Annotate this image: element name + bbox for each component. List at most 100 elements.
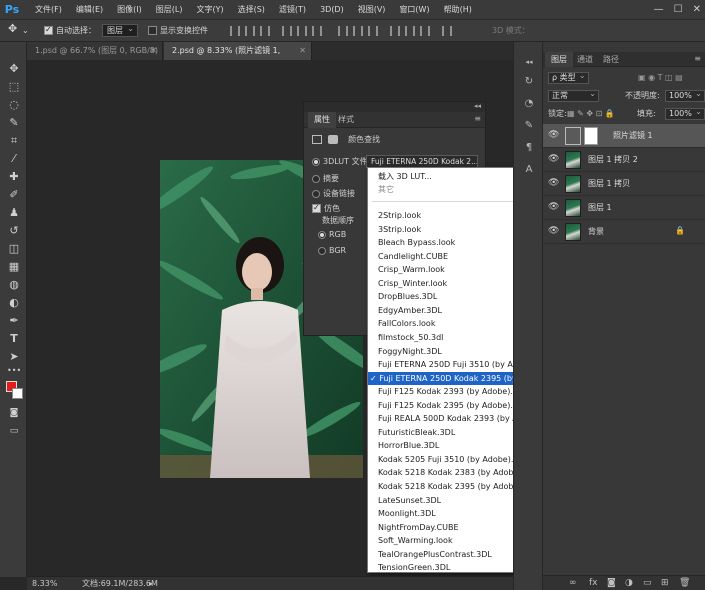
marquee-tool-icon[interactable]: ⬚ <box>7 80 21 94</box>
dither-checkbox[interactable] <box>312 202 321 213</box>
dither-option[interactable]: 仿色 <box>312 202 340 214</box>
auto-select-option[interactable]: 自动选择： <box>44 24 96 37</box>
order-bgr[interactable]: BGR <box>318 245 346 256</box>
screen-mode-icon[interactable]: ▭ <box>7 424 21 438</box>
tab-layers[interactable]: 图层 <box>545 52 573 67</box>
zoom-level[interactable]: 8.33% <box>32 578 57 590</box>
radio-rgb[interactable] <box>318 230 326 239</box>
lock-icons[interactable]: ▦ ✎ ✥ ⊡ 🔒 <box>567 108 615 120</box>
radio-3dlut[interactable] <box>312 157 320 166</box>
filter-icons[interactable]: ▣ ◉ T ◫ ▤ <box>638 72 683 84</box>
layer-row[interactable]: 👁 背景 🔒 <box>543 220 705 244</box>
menu-file[interactable]: 文件(F) <box>28 0 69 20</box>
eyedropper-tool-icon[interactable]: ⁄ <box>7 152 21 166</box>
align-right-icon[interactable] <box>312 26 322 36</box>
history-panel-icon[interactable]: ↻ <box>523 76 535 88</box>
background-color-swatch[interactable] <box>12 388 23 399</box>
clone-stamp-tool-icon[interactable]: ♟ <box>7 206 21 220</box>
auto-align-icon[interactable] <box>442 26 452 36</box>
adjustments-panel-icon[interactable]: ◔ <box>523 98 535 110</box>
align-middle-icon[interactable] <box>245 26 255 36</box>
paragraph-panel-icon[interactable]: ¶ <box>523 142 535 154</box>
show-transform-option[interactable]: 显示变换控件 <box>148 25 208 37</box>
eraser-tool-icon[interactable]: ◫ <box>7 242 21 256</box>
delete-layer-icon[interactable]: 🗑 <box>679 578 690 588</box>
quick-select-tool-icon[interactable]: ✎ <box>7 116 21 130</box>
distribute-right-icon[interactable] <box>420 26 430 36</box>
menu-edit[interactable]: 编辑(E) <box>69 0 110 20</box>
move-tool-icon[interactable]: ✥ <box>8 23 17 35</box>
layer-row[interactable]: 👁 图层 1 拷贝 <box>543 172 705 196</box>
show-transform-checkbox[interactable] <box>148 26 157 35</box>
align-center-icon[interactable] <box>297 26 307 36</box>
layer-mask-thumbnail[interactable] <box>584 127 598 145</box>
menu-filter[interactable]: 滤镜(T) <box>272 0 313 20</box>
visibility-eye-icon[interactable]: 👁 <box>548 154 559 164</box>
new-group-icon[interactable]: ▭ <box>643 578 652 588</box>
blur-tool-icon[interactable]: ◍ <box>7 278 21 292</box>
menu-select[interactable]: 选择(S) <box>231 0 272 20</box>
order-rgb[interactable]: RGB <box>318 229 346 240</box>
option-3dlut[interactable]: 3DLUT 文件 <box>312 156 368 167</box>
character-panel-icon[interactable]: A <box>523 164 535 176</box>
tab-doc-1[interactable]: 1.psd @ 66.7% (图层 0, RGB/8) * ✕ <box>27 42 163 73</box>
visibility-eye-icon[interactable]: 👁 <box>548 130 559 140</box>
align-top-icon[interactable] <box>230 26 240 36</box>
close-tab-icon[interactable]: ✕ <box>299 42 306 60</box>
distribute-middle-icon[interactable] <box>353 26 363 36</box>
close-window-button[interactable]: ✕ <box>693 0 701 20</box>
menu-help[interactable]: 帮助(H) <box>437 0 479 20</box>
gradient-tool-icon[interactable]: ▦ <box>7 260 21 274</box>
radio-bgr[interactable] <box>318 246 326 255</box>
option-device-link[interactable]: 设备链接 <box>312 188 355 199</box>
new-adjustment-icon[interactable]: ◑ <box>625 578 633 588</box>
link-layers-icon[interactable]: ∞ <box>569 578 577 588</box>
brush-settings-icon[interactable]: ✎ <box>523 120 535 132</box>
history-brush-tool-icon[interactable]: ↺ <box>7 224 21 238</box>
visibility-eye-icon[interactable]: 👁 <box>548 226 559 236</box>
align-left-icon[interactable] <box>282 26 292 36</box>
radio-abstract[interactable] <box>312 174 320 183</box>
menu-image[interactable]: 图像(I) <box>110 0 149 20</box>
radio-device-link[interactable] <box>312 189 320 198</box>
quick-mask-icon[interactable]: ◙ <box>7 406 21 420</box>
panel-menu-icon[interactable]: ≡ <box>474 114 481 123</box>
menu-view[interactable]: 视图(V) <box>351 0 393 20</box>
tab-paths[interactable]: 路径 <box>597 52 625 67</box>
maximize-button[interactable]: ☐ <box>674 0 683 20</box>
healing-brush-tool-icon[interactable]: ✚ <box>7 170 21 184</box>
layers-menu-icon[interactable]: ≡ <box>694 54 701 63</box>
auto-select-checkbox[interactable] <box>44 24 53 36</box>
crop-tool-icon[interactable]: ⌗ <box>7 134 21 148</box>
brush-tool-icon[interactable]: ✐ <box>7 188 21 202</box>
status-arrow-icon[interactable]: ▸ <box>149 578 153 590</box>
menu-layer[interactable]: 图层(L) <box>149 0 190 20</box>
panel-collapse-icon[interactable]: ◂◂ <box>474 102 481 110</box>
close-tab-icon[interactable]: ✕ <box>150 42 157 60</box>
fill-input[interactable]: 100% <box>665 107 705 120</box>
tab-channels[interactable]: 通道 <box>571 52 599 67</box>
layer-filter-kind[interactable]: ρ 类型 <box>548 71 589 84</box>
dock-collapse-icon[interactable]: ◂◂ <box>523 56 535 68</box>
layer-row[interactable]: 👁 图层 1 <box>543 196 705 220</box>
path-select-tool-icon[interactable]: ➤ <box>7 350 21 364</box>
option-abstract[interactable]: 摘要 <box>312 173 339 184</box>
lasso-tool-icon[interactable]: ◌ <box>7 98 21 112</box>
distribute-top-icon[interactable] <box>338 26 348 36</box>
opacity-input[interactable]: 100% <box>665 89 705 102</box>
add-mask-icon[interactable]: ◙ <box>607 578 616 588</box>
distribute-bottom-icon[interactable] <box>368 26 378 36</box>
menu-window[interactable]: 窗口(W) <box>392 0 436 20</box>
auto-select-dropdown[interactable]: 图层 <box>102 23 138 37</box>
layer-style-icon[interactable]: fx <box>589 578 598 588</box>
type-tool-icon[interactable]: T <box>7 332 21 346</box>
layer-row[interactable]: 👁 照片滤镜 1 <box>543 124 705 148</box>
minimize-button[interactable]: — <box>654 0 664 20</box>
layer-row[interactable]: 👁 图层 1 拷贝 2 <box>543 148 705 172</box>
menu-type[interactable]: 文字(Y) <box>189 0 230 20</box>
tab-doc-2[interactable]: 2.psd @ 8.33% (照片滤镜 1, RGB/8*) * ✕ <box>164 42 312 73</box>
distribute-left-icon[interactable] <box>390 26 400 36</box>
move-tool-icon[interactable]: ✥ <box>7 62 21 76</box>
align-bottom-icon[interactable] <box>260 26 270 36</box>
menu-3d[interactable]: 3D(D) <box>313 0 351 20</box>
